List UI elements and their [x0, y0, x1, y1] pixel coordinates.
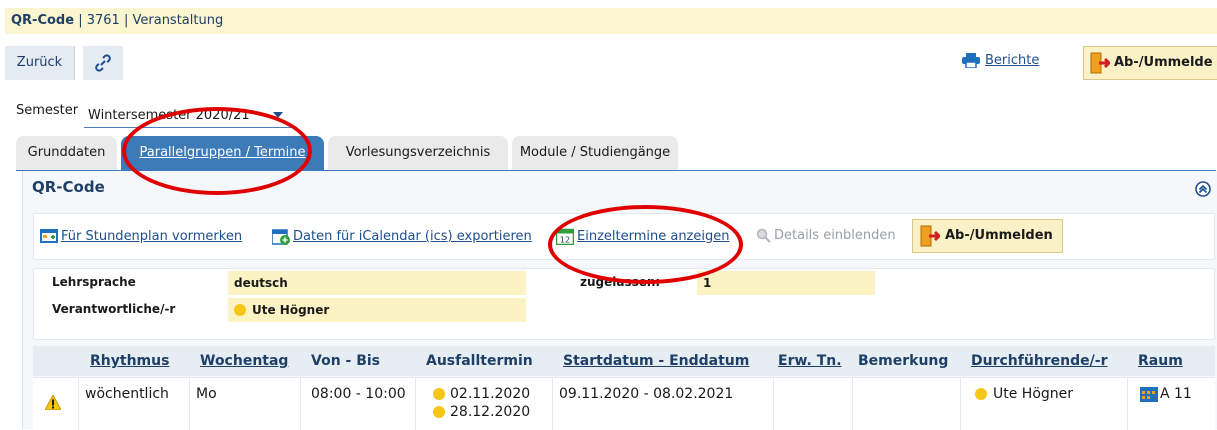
table-row: wöchentlich Mo 08:00 - 10:00 02.11.2020 …: [33, 377, 1215, 430]
tab-course-catalog[interactable]: Vorlesungsverzeichnis: [328, 136, 508, 170]
column-weekday[interactable]: Wochentag: [200, 353, 288, 369]
column-divider: [852, 378, 853, 430]
event-number: 3761: [86, 13, 120, 28]
column-divider: [552, 378, 553, 430]
ical-export-link[interactable]: Daten für iCalendar (ics) exportieren: [272, 228, 532, 245]
cell-lecturer[interactable]: Ute Högner: [975, 386, 1073, 402]
admitted-value: 1: [697, 271, 875, 295]
cell-room[interactable]: A 11: [1140, 386, 1192, 402]
column-rhythm[interactable]: Rhythmus: [90, 353, 169, 369]
section-title: QR-Code: [32, 178, 105, 196]
cell-time: 08:00 - 10:00: [311, 386, 406, 402]
column-divider: [773, 378, 774, 430]
column-cancel: Ausfalltermin: [426, 353, 533, 369]
cell-weekday: Mo: [196, 386, 217, 402]
language-value: deutsch: [228, 271, 526, 295]
cell-cancel-dates: 02.11.2020 28.12.2020: [433, 386, 530, 420]
language-label: Lehrsprache: [52, 275, 136, 289]
language-text: deutsch: [234, 276, 288, 290]
column-divider: [78, 378, 79, 430]
table-header: Rhythmus Wochentag Von - Bis Ausfallterm…: [33, 346, 1215, 376]
cancel-date: 02.11.2020: [450, 386, 531, 402]
annotation-ellipse: [548, 205, 743, 284]
ical-export-label: Daten für iCalendar (ics) exportieren: [293, 229, 532, 244]
column-divider: [415, 378, 416, 430]
schedule-bookmark-link[interactable]: Für Stundenplan vormerken: [40, 228, 242, 244]
enroll-label: Ab-/Ummelde: [1114, 55, 1213, 70]
cell-dates: 09.11.2020 - 08.02.2021: [559, 386, 734, 402]
column-room[interactable]: Raum: [1138, 353, 1183, 369]
reports-label: Berichte: [985, 53, 1040, 68]
door-enter-icon: [1090, 52, 1110, 74]
link-icon: [95, 54, 111, 72]
room-name: A 11: [1160, 386, 1192, 402]
back-button[interactable]: Zurück: [5, 46, 75, 80]
collapse-icon[interactable]: [1195, 181, 1211, 197]
magnifier-icon: [756, 228, 771, 243]
annotation-ellipse: [122, 107, 312, 195]
details-toggle[interactable]: Details einblenden: [756, 228, 896, 243]
column-time: Von - Bis: [311, 353, 381, 369]
reports-link[interactable]: Berichte: [962, 53, 1039, 68]
enroll-label: Ab-/Ummelden: [945, 228, 1053, 243]
cancel-date: 28.12.2020: [450, 404, 531, 420]
column-divider: [1127, 378, 1128, 430]
cancel-status-icon: [433, 388, 445, 400]
title-separator: |: [78, 13, 83, 28]
person-status-icon: [234, 304, 246, 316]
warning-icon: [45, 395, 61, 410]
calendar-export-icon: [272, 229, 290, 245]
page-title-bar: QR-Code | 3761 | Veranstaltung: [5, 8, 1217, 34]
printer-icon: [962, 53, 980, 68]
title-separator: |: [123, 13, 129, 28]
semester-label: Semester: [16, 103, 79, 118]
details-label: Details einblenden: [774, 228, 896, 243]
enroll-button[interactable]: Ab-/Ummelden: [912, 219, 1063, 253]
lecturer-name: Ute Högner: [993, 386, 1074, 402]
responsible-value: Ute Högner: [228, 298, 526, 322]
responsible-text: Ute Högner: [252, 303, 330, 317]
person-status-icon: [975, 388, 987, 400]
event-type: Veranstaltung: [132, 13, 224, 28]
page-title: QR-Code: [11, 13, 75, 28]
permalink-button[interactable]: [83, 46, 123, 80]
cancel-date-item: 28.12.2020: [433, 404, 530, 420]
tab-modules[interactable]: Module / Studiengänge: [512, 136, 678, 170]
column-divider: [189, 378, 190, 430]
responsible-label: Verantwortliche/-r: [52, 302, 176, 316]
toolbar: Zurück Berichte Ab-/Ummelde: [5, 44, 1217, 82]
cell-rhythm: wöchentlich: [85, 386, 169, 402]
cancel-status-icon: [433, 406, 445, 418]
column-dates[interactable]: Startdatum - Enddatum: [563, 353, 749, 369]
column-remark: Bemerkung: [858, 353, 949, 369]
column-divider: [300, 378, 301, 430]
enroll-button-top[interactable]: Ab-/Ummelde: [1083, 46, 1217, 80]
column-expected[interactable]: Erw. Tn.: [778, 353, 842, 369]
tab-basic-data[interactable]: Grunddaten: [16, 136, 117, 170]
cancel-date-item: 02.11.2020: [433, 386, 530, 402]
column-divider: [960, 378, 961, 430]
door-enter-icon: [920, 225, 940, 247]
schedule-bookmark-label: Für Stundenplan vormerken: [61, 228, 243, 244]
room-plan-icon: [1140, 386, 1158, 402]
column-lecturer[interactable]: Durchführende/-r: [971, 353, 1108, 369]
calendar-plus-icon: [40, 229, 58, 243]
